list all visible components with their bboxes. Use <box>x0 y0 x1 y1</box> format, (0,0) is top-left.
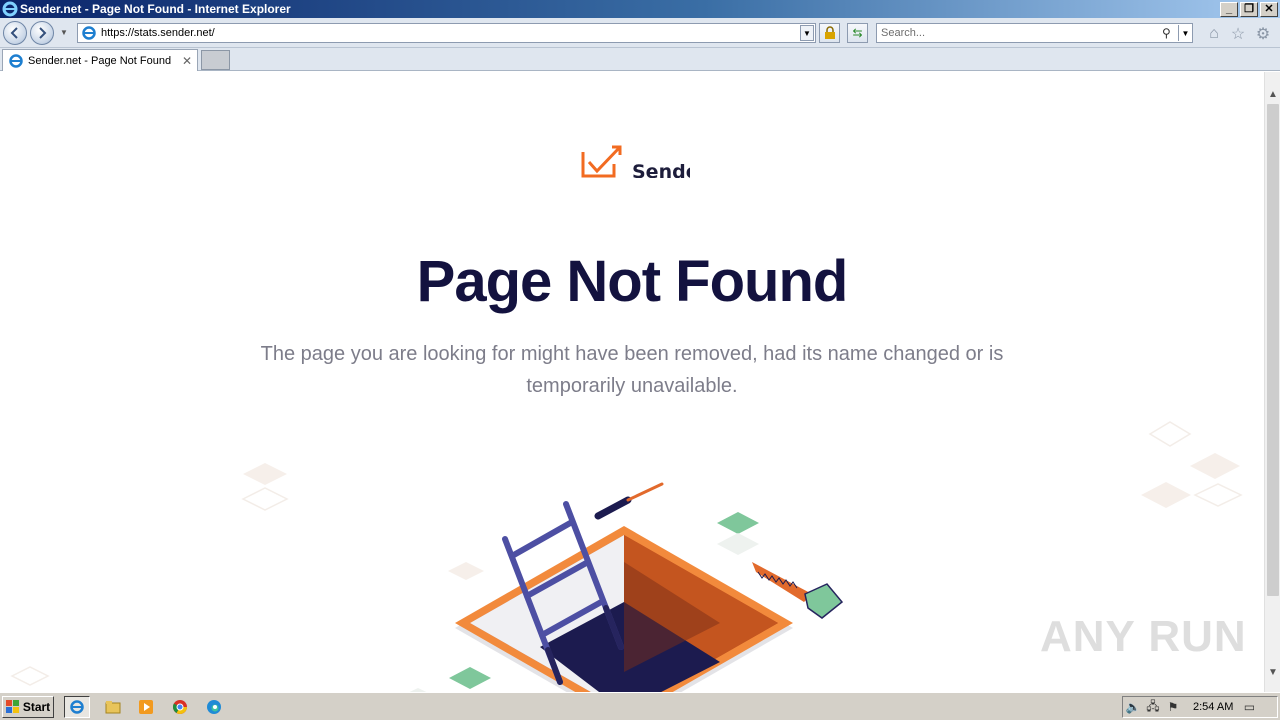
start-button[interactable]: Start <box>2 696 54 718</box>
taskbar-explorer-icon[interactable] <box>100 696 126 718</box>
internet-explorer-icon <box>2 1 18 17</box>
favorites-star-icon[interactable]: ☆ <box>1229 25 1247 43</box>
search-icon[interactable]: ⚲ <box>1162 26 1178 40</box>
page-description-line-2: temporarily unavailable. <box>526 375 738 397</box>
taskbar: Start 🔈 🖧 ⚑ 2:54 AM ▭ <box>0 692 1280 720</box>
show-desktop-icon[interactable]: ▭ <box>1239 700 1259 714</box>
address-url[interactable]: https://stats.sender.net/ <box>97 27 215 39</box>
back-arrow-icon <box>10 27 18 39</box>
scroll-up-icon[interactable]: ▲ <box>1265 86 1280 102</box>
scroll-thumb[interactable] <box>1267 104 1279 596</box>
search-input[interactable]: Search... <box>877 27 1162 39</box>
close-window-button[interactable]: ✕ <box>1260 1 1278 17</box>
search-dropdown-icon[interactable]: ▼ <box>1178 25 1192 41</box>
screwdriver <box>594 482 664 520</box>
forward-arrow-icon <box>39 27 47 39</box>
page-title: Page Not Found <box>416 249 849 314</box>
windows-logo-icon <box>5 700 19 713</box>
system-tray: 🔈 🖧 ⚑ 2:54 AM ▭ <box>1122 696 1278 718</box>
security-lock-button[interactable] <box>819 23 840 43</box>
anyrun-watermark: ANY RUN <box>1040 612 1247 661</box>
back-button[interactable] <box>3 21 27 45</box>
tab-row: Sender.net - Page Not Found ✕ <box>0 48 1280 71</box>
green-tile-bottom <box>449 667 491 689</box>
page-description: The page you are looking for might have … <box>232 338 1032 402</box>
home-icon[interactable]: ⌂ <box>1205 25 1223 43</box>
taskbar-ie-icon[interactable] <box>64 696 90 718</box>
refresh-button[interactable]: ⇆ <box>847 23 868 43</box>
taskbar-chrome-icon[interactable] <box>167 696 193 718</box>
window-title: Sender.net - Page Not Found - Internet E… <box>20 2 291 16</box>
restore-button[interactable]: ❐ <box>1240 1 1258 17</box>
scroll-down-icon[interactable]: ▼ <box>1265 664 1280 680</box>
green-tile-top <box>717 512 759 534</box>
taskbar-clock[interactable]: 2:54 AM <box>1193 701 1233 713</box>
address-dropdown-icon[interactable]: ▼ <box>800 25 814 41</box>
action-center-flag-icon[interactable]: ⚑ <box>1163 700 1183 714</box>
history-dropdown-icon[interactable]: ▼ <box>60 28 68 37</box>
new-tab-button[interactable] <box>201 50 230 70</box>
address-bar[interactable]: https://stats.sender.net/ ▼ <box>77 23 816 43</box>
tab-close-icon[interactable]: ✕ <box>180 54 194 68</box>
forward-button[interactable] <box>30 21 54 45</box>
network-icon[interactable]: 🖧 <box>1143 697 1163 718</box>
vertical-scrollbar[interactable]: ▲ ▼ <box>1264 72 1280 692</box>
page-viewport: Sender Page Not Found The page you are l… <box>0 72 1264 692</box>
settings-gear-icon[interactable]: ⚙ <box>1254 25 1272 43</box>
tab-label: Sender.net - Page Not Found <box>28 54 172 67</box>
taskbar-media-player-icon[interactable] <box>133 696 159 718</box>
search-box[interactable]: Search... ⚲ ▼ <box>876 23 1193 43</box>
volume-icon[interactable]: 🔈 <box>1123 700 1143 714</box>
tab-ie-icon <box>9 53 23 68</box>
start-label: Start <box>22 700 51 714</box>
tab-sender-page-not-found[interactable]: Sender.net - Page Not Found ✕ <box>2 49 198 71</box>
page-ie-icon <box>82 26 96 40</box>
taskbar-edge-icon[interactable] <box>201 696 227 718</box>
sender-logo[interactable]: Sender <box>580 144 690 178</box>
page-description-line-1: The page you are looking for might have … <box>260 343 1004 365</box>
sender-logo-icon <box>581 145 622 178</box>
lock-icon <box>824 26 835 39</box>
minimize-button[interactable]: _ <box>1220 1 1238 17</box>
refresh-icon: ⇆ <box>852 26 863 40</box>
navigation-bar: ▼ https://stats.sender.net/ ▼ ⇆ Search..… <box>0 18 1280 48</box>
window-titlebar: Sender.net - Page Not Found - Internet E… <box>0 0 1280 18</box>
sender-logo-text: Sender <box>632 161 690 178</box>
